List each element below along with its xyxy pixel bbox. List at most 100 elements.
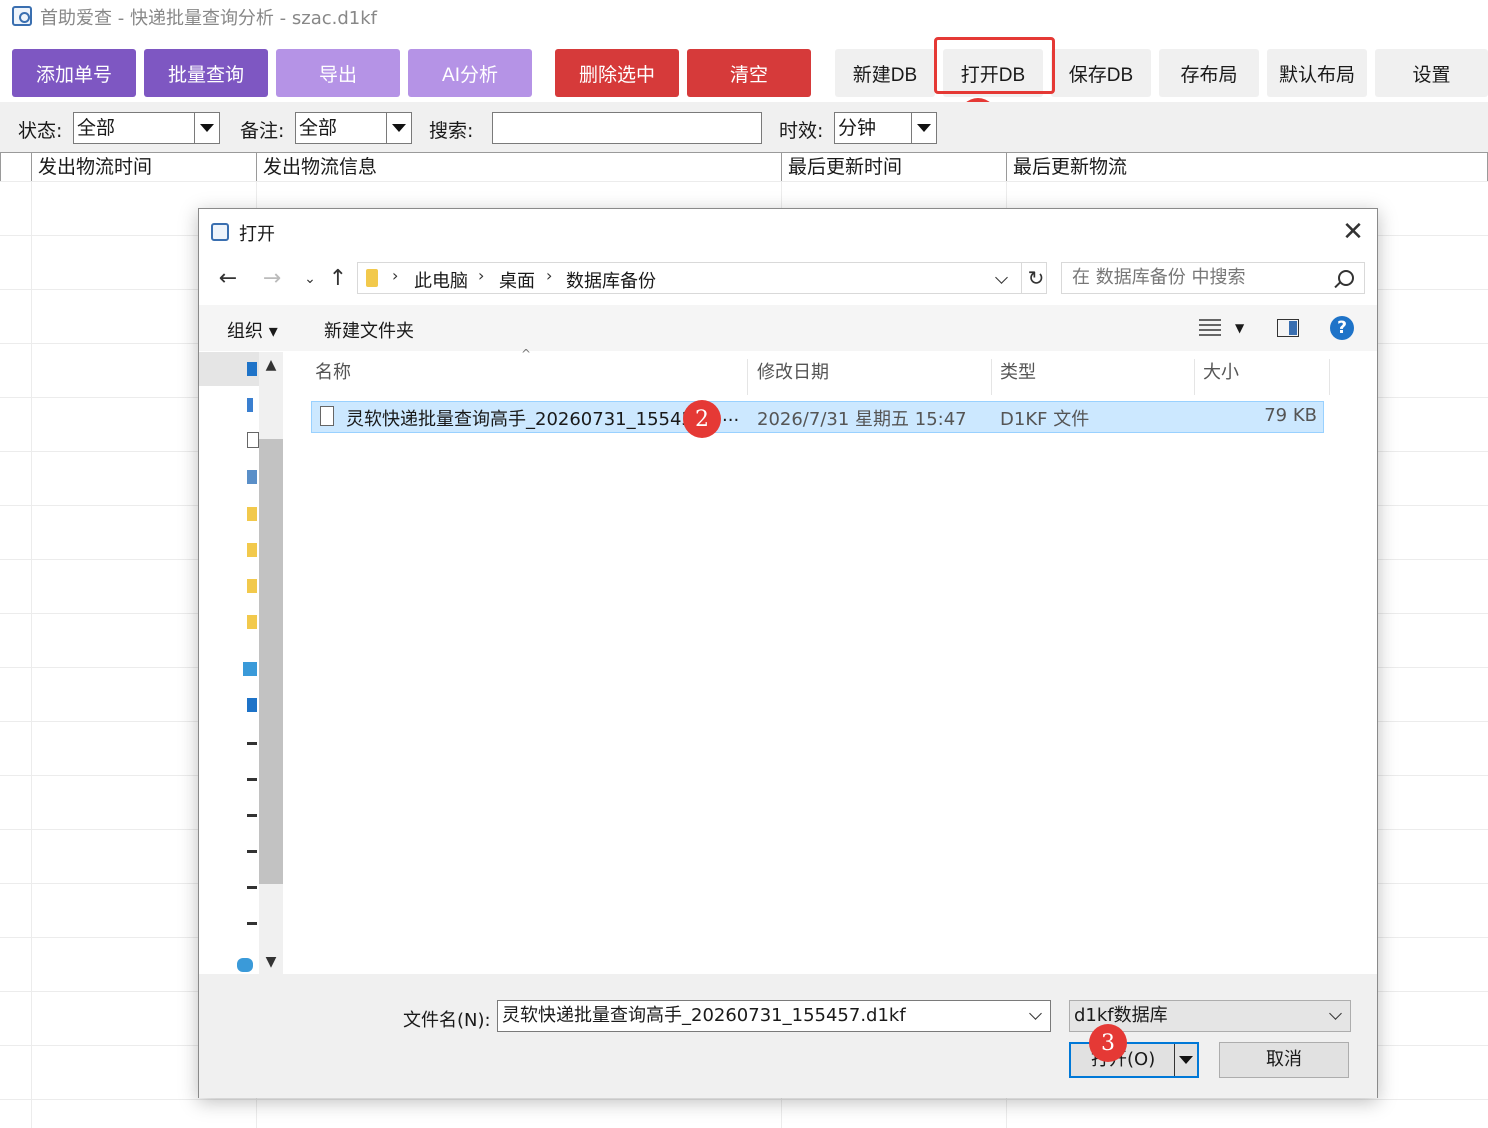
drive-icon[interactable] <box>247 850 257 853</box>
toolbar: 添加单号 批量查询 导出 AI分析 删除选中 清空 新建DB 打开DB 保存DB… <box>0 40 1488 100</box>
download-icon[interactable] <box>247 398 253 412</box>
column-header-size[interactable]: 大小 <box>1195 359 1330 395</box>
status-label: 状态: <box>18 120 63 142</box>
open-button[interactable]: 打开(O) <box>1069 1042 1199 1078</box>
filename-label: 文件名(N): <box>403 1010 491 1031</box>
column-header-type[interactable]: 类型 <box>992 359 1195 395</box>
save-db-button[interactable]: 保存DB <box>1051 49 1151 97</box>
search-input[interactable] <box>492 112 762 144</box>
drive-icon[interactable] <box>247 814 257 817</box>
breadcrumb-separator-icon: › <box>478 266 485 285</box>
folder-search-placeholder: 在 数据库备份 中搜索 <box>1072 267 1246 288</box>
default-layout-button[interactable]: 默认布局 <box>1267 49 1367 97</box>
cancel-button[interactable]: 取消 <box>1219 1042 1349 1078</box>
view-options-chevron-icon[interactable]: ▼ <box>1235 321 1244 335</box>
dialog-bottom-bar: 文件名(N): 灵软快递批量查询高手_20260731_155457.d1kf … <box>199 974 1377 1098</box>
save-layout-button[interactable]: 存布局 <box>1159 49 1259 97</box>
column-header-last-update-logistics[interactable]: 最后更新物流 <box>1006 153 1488 181</box>
window-title-bar: 首助爱查 - 快递批量查询分析 - szac.d1kf <box>0 0 1488 34</box>
file-name: 灵软快递批量查询高手_20260731_15545 <box>346 409 693 430</box>
breadcrumb-separator-icon: › <box>392 266 399 285</box>
time-select-value: 分钟 <box>838 117 877 139</box>
folder-icon[interactable] <box>247 507 257 521</box>
recent-locations-chevron-icon[interactable]: ⌄ <box>295 264 325 294</box>
open-options-arrow-icon[interactable] <box>1174 1044 1197 1076</box>
chevron-down-icon[interactable] <box>995 271 1008 284</box>
batch-query-button[interactable]: 批量查询 <box>144 49 268 97</box>
filetype-value: d1kf数据库 <box>1074 1005 1168 1026</box>
help-icon[interactable]: ? <box>1330 316 1354 340</box>
folder-icon[interactable] <box>247 615 257 629</box>
add-number-button[interactable]: 添加单号 <box>12 49 136 97</box>
windows-drive-icon[interactable] <box>247 698 257 712</box>
note-select[interactable]: 全部 <box>295 112 412 144</box>
delete-selected-button[interactable]: 删除选中 <box>555 49 679 97</box>
document-icon[interactable] <box>247 432 259 448</box>
close-icon[interactable]: ✕ <box>1337 217 1369 249</box>
settings-button[interactable]: 设置 <box>1375 49 1488 97</box>
filename-value: 灵软快递批量查询高手_20260731_155457.d1kf <box>502 1005 906 1026</box>
status-select[interactable]: 全部 <box>73 112 220 144</box>
filter-bar: 状态: 全部 备注: 全部 搜索: 时效: 分钟 <box>0 102 1488 152</box>
folder-icon[interactable] <box>247 543 257 557</box>
folder-icon <box>366 269 378 287</box>
preview-pane-icon[interactable] <box>1277 319 1299 337</box>
grid-corner <box>0 153 31 181</box>
chevron-down-icon[interactable] <box>1029 1007 1042 1020</box>
column-header-send-info[interactable]: 发出物流信息 <box>256 153 781 181</box>
folder-icon[interactable] <box>247 579 257 593</box>
address-bar[interactable]: › 此电脑 › 桌面 › 数据库备份 <box>357 262 1047 294</box>
export-button[interactable]: 导出 <box>276 49 400 97</box>
file-name-ellipsis: ... <box>722 405 740 426</box>
navigation-pane[interactable] <box>199 352 259 974</box>
breadcrumb-this-pc[interactable]: 此电脑 <box>414 267 468 293</box>
annotation-badge-3: 3 <box>1089 1024 1127 1062</box>
ai-analysis-button[interactable]: AI分析 <box>408 49 532 97</box>
filename-input[interactable]: 灵软快递批量查询高手_20260731_155457.d1kf <box>497 1000 1051 1032</box>
quick-access-icon[interactable] <box>247 362 257 376</box>
note-select-value: 全部 <box>299 117 338 139</box>
file-icon <box>320 406 334 426</box>
back-arrow-icon[interactable]: ← <box>213 264 243 294</box>
time-select[interactable]: 分钟 <box>834 112 937 144</box>
drive-icon[interactable] <box>247 778 257 781</box>
this-pc-icon[interactable] <box>243 662 257 676</box>
chevron-down-icon[interactable] <box>1329 1007 1342 1020</box>
drive-icon[interactable] <box>247 886 257 889</box>
column-header-name[interactable]: 名称 <box>307 359 748 395</box>
file-list-item[interactable]: 灵软快递批量查询高手_20260731_15545 ... 2026/7/31 … <box>311 401 1324 433</box>
refresh-icon[interactable]: ↻ <box>1021 262 1050 294</box>
up-arrow-icon[interactable]: ↑ <box>323 264 353 294</box>
column-header-last-update-time[interactable]: 最后更新时间 <box>781 153 1006 181</box>
folder-search-input[interactable]: 在 数据库备份 中搜索 <box>1061 262 1365 294</box>
column-header-send-time[interactable]: 发出物流时间 <box>31 153 256 181</box>
network-icon[interactable] <box>237 958 253 972</box>
drive-icon[interactable] <box>247 922 257 925</box>
new-folder-button[interactable]: 新建文件夹 <box>324 317 414 343</box>
search-label: 搜索: <box>429 120 474 142</box>
scroll-up-icon[interactable]: ▲ <box>259 357 283 381</box>
open-file-dialog: 打开 ✕ ← → ⌄ ↑ › 此电脑 › 桌面 › 数据库备份 ↻ 在 数据库备… <box>198 208 1378 1098</box>
dialog-app-icon <box>211 223 229 241</box>
clear-button[interactable]: 清空 <box>687 49 811 97</box>
status-select-value: 全部 <box>77 117 116 139</box>
grid-header: 发出物流时间 发出物流信息 最后更新时间 最后更新物流 <box>0 152 1488 182</box>
breadcrumb-db-backup[interactable]: 数据库备份 <box>566 267 656 293</box>
search-icon[interactable] <box>1338 270 1354 286</box>
pictures-icon[interactable] <box>247 470 257 484</box>
new-db-button[interactable]: 新建DB <box>835 49 935 97</box>
dropdown-arrow-icon[interactable] <box>911 113 936 143</box>
breadcrumb-desktop[interactable]: 桌面 <box>499 267 535 293</box>
drive-icon[interactable] <box>247 742 257 745</box>
organize-button[interactable]: 组织 ▾ <box>227 317 278 343</box>
dialog-title: 打开 <box>239 224 275 245</box>
dropdown-arrow-icon[interactable] <box>386 113 411 143</box>
navigation-scrollbar-thumb[interactable] <box>259 439 283 884</box>
window-title: 首助爱查 - 快递批量查询分析 - szac.d1kf <box>40 8 377 29</box>
dropdown-arrow-icon[interactable] <box>194 113 219 143</box>
forward-arrow-icon[interactable]: → <box>257 264 287 294</box>
view-list-icon[interactable] <box>1199 319 1221 337</box>
column-header-date[interactable]: 修改日期 <box>749 359 992 395</box>
annotation-badge-2: 2 <box>683 400 721 438</box>
grid-vline <box>31 181 32 1128</box>
